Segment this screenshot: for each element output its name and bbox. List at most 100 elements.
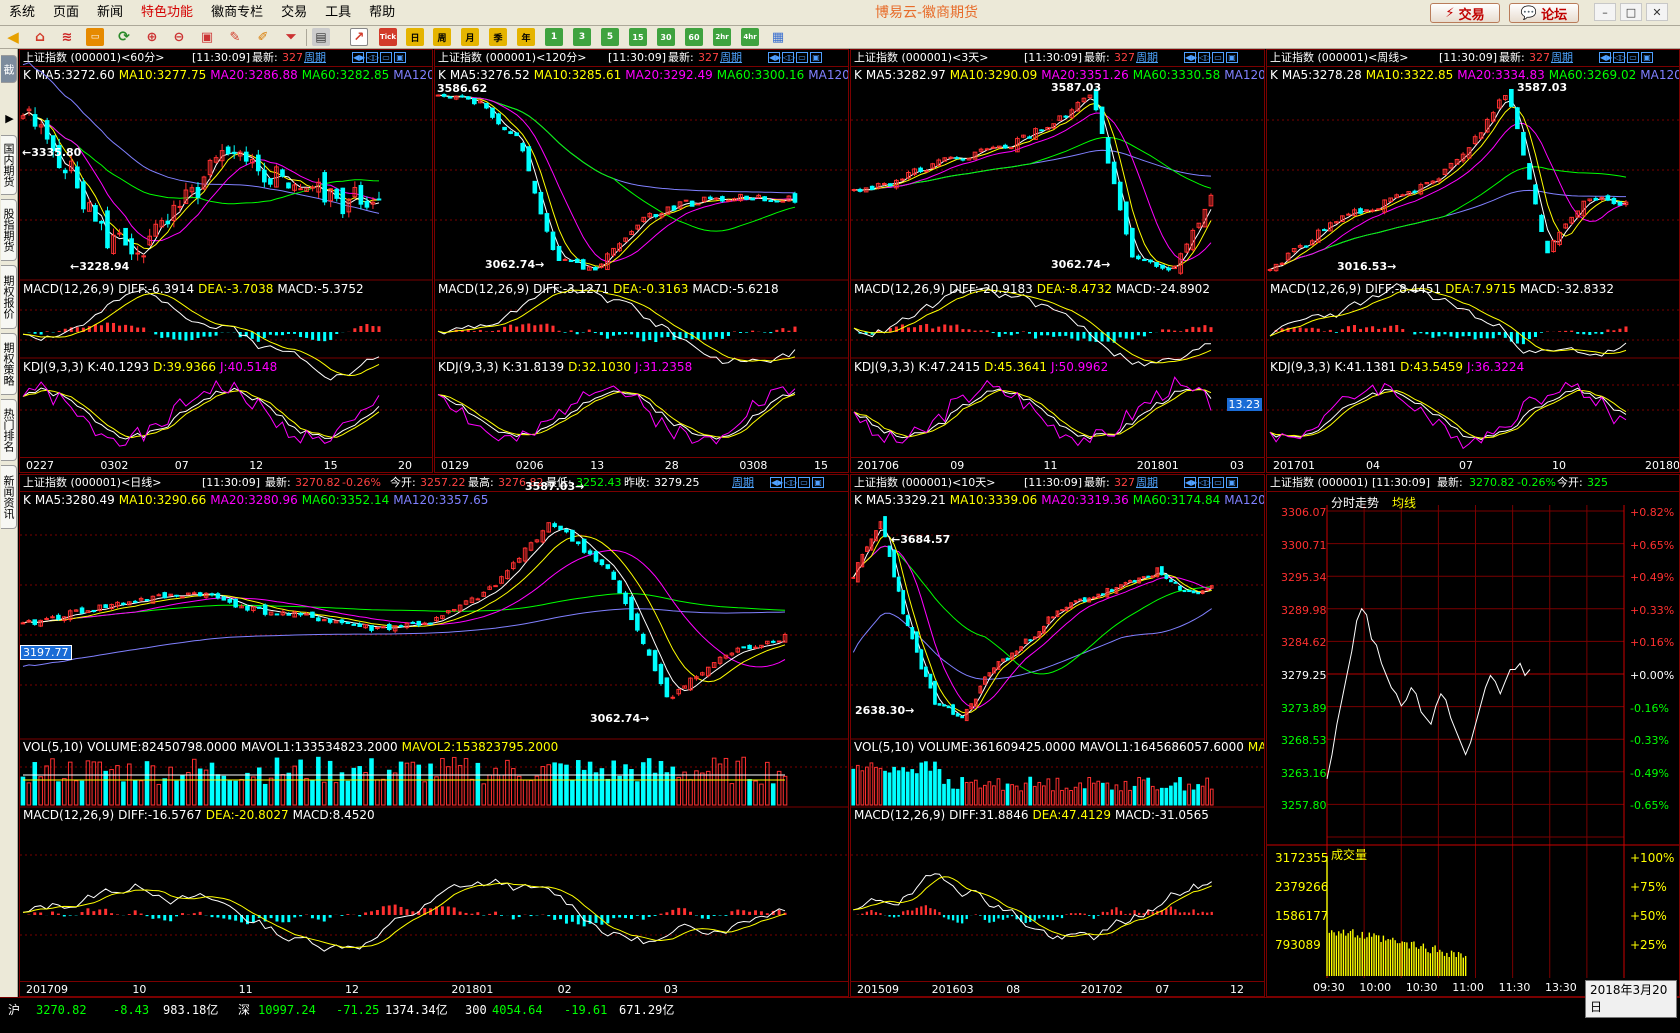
candle-body [581,538,587,553]
candle-body [435,94,441,97]
chart-panel-weekly[interactable]: 上证指数 (000001)<周线> [11:30:09] 最新: 327 周期 ◀▶ ◁▷ ▭… [1266,49,1680,473]
sidebar-tab-index-futures[interactable]: 股指期货 [1,199,17,261]
close-button[interactable]: ✕ [1646,3,1668,21]
zoom-out-icon[interactable]: ⊖ [170,28,188,46]
menu-help[interactable]: 帮助 [360,0,404,26]
zoom-in-icon[interactable]: ⊕ [143,28,161,46]
window-icon[interactable]: ▭ [86,28,104,46]
chart-panel-60min[interactable]: 上证指数 (000001)<60分> [11:30:09] 最新: 327 周期 ◀▶ ◁▷… [19,49,433,473]
sidebar-tab-options-quotes[interactable]: 期权报价 [1,265,17,329]
period-4hr-button[interactable]: 4hr [741,28,759,46]
volume-bar [481,783,487,806]
sidebar-tab-screenshot[interactable]: 截图 [1,55,17,83]
volume-bar [1200,785,1205,806]
volume-bar [286,772,292,806]
kline-chart-icon[interactable]: ↗ [350,28,368,46]
intraday-panel[interactable]: 上证指数 (000001) [11:30:09] 最新: 3270.82 -0.26% 今… [1266,474,1680,997]
left-price-tag: 3197.77 [20,645,72,660]
drawing-tools-icon[interactable]: ✐ [254,28,272,46]
candle-body [475,598,481,601]
period-5min-button[interactable]: 5 [601,28,619,46]
volume-bar [457,765,463,806]
indicator-row: KDJ(9,3,3) K:31.8139 D:32.1030 J:31.2358 [435,360,848,374]
layout-icon[interactable]: ▣ [198,28,216,46]
period-3min-button[interactable]: 3 [573,28,591,46]
volume-bar [1010,784,1014,806]
candle-body [1617,201,1623,206]
candle-body [322,172,327,203]
candle-body [162,592,168,599]
menu-trade[interactable]: 交易 [272,0,316,26]
period-15min-button[interactable]: 15 [629,28,647,46]
filter-icon[interactable]: ⏷ [282,28,300,46]
menu-column[interactable]: 徽商专栏 [202,0,272,26]
sz-value: 10997.24 [258,1003,316,1017]
chart-panel-10day[interactable]: 上证指数 (000001)<10天> [11:30:09] 最新: 327 周期 ◀▶ ◁▷… [850,474,1265,997]
sidebar-arrow-icon[interactable]: ▶ [1,109,17,125]
sidebar-tab-domestic-futures[interactable]: 国内期货 [1,135,17,195]
period-day-button[interactable]: 日 [406,28,424,46]
candle-body [398,625,404,628]
sidebar-tab-options-strategy[interactable]: 期权策略 [1,333,17,395]
chart-panel-daily[interactable]: 上证指数 (000001)<日线> [11:30:09] 最新: 3270.82 -0.… [19,474,849,997]
volume-bar [759,783,764,806]
period-week-button[interactable]: 周 [433,28,451,46]
x-tick-label: 20 [398,459,412,472]
kdj-d: D:39.9366 [153,360,216,374]
trade-button[interactable]: ⚡ 交易 [1430,3,1500,23]
forum-button[interactable]: 💬 论坛 [1509,3,1579,23]
period-2hr-button[interactable]: 2hr [713,28,731,46]
refresh-icon[interactable]: ⟳ [115,28,133,46]
candle-body [1051,616,1055,619]
candle-body [144,599,150,602]
minimize-button[interactable]: – [1594,3,1616,21]
sidebar-tab-hot-ranking[interactable]: 热门排名 [1,399,17,461]
draw-pen-icon[interactable]: ✎ [226,28,244,46]
candle-body [1100,593,1105,596]
grid-icon[interactable]: ▦ [769,28,787,46]
app-title: 博易云-徽商期货 [875,5,979,21]
candle-body [605,564,611,569]
volume-bar [62,778,67,806]
chart-panel-120min[interactable]: 上证指数 (000001)<120分> [11:30:09] 最新: 327 周期 ◀▶ ◁… [434,49,849,473]
period-30min-button[interactable]: 30 [657,28,675,46]
period-60min-button[interactable]: 60 [685,28,703,46]
menu-system[interactable]: 系统 [0,0,44,26]
volume-bar [398,761,404,806]
tick-button[interactable]: Tick [379,28,397,46]
maximize-button[interactable]: □ [1620,3,1642,21]
volume-bar [26,782,32,806]
volume-bar [215,774,221,806]
volume-bar [1001,789,1005,806]
candle-body [552,523,557,527]
menu-page[interactable]: 页面 [44,0,88,26]
volume-bar [1191,789,1196,806]
volume-bar [162,778,168,806]
period-year-button[interactable]: 年 [517,28,535,46]
back-arrow-icon[interactable]: ◀ [4,28,22,46]
volume-bar [576,760,581,806]
volume-bar [741,756,746,806]
macd-dea: DEA:-3.7038 [198,282,274,296]
menu-tools[interactable]: 工具 [316,0,360,26]
x-tick-label: 201701 [1273,459,1315,472]
table-icon[interactable]: ▤ [312,28,330,46]
volume-bar [1141,779,1146,806]
rss-icon[interactable]: ≋ [58,28,76,46]
sidebar-tab-news[interactable]: 新闻资讯 [1,465,17,529]
volume-bar [1055,777,1060,806]
chart-panel-3day[interactable]: 上证指数 (000001)<3天> [11:30:09] 最新: 327 周期 ◀▶ ◁▷ ▭… [850,49,1265,473]
volume-bar [132,779,138,806]
menu-news[interactable]: 新闻 [88,0,132,26]
candle-body [629,596,634,621]
period-month-button[interactable]: 月 [461,28,479,46]
home-icon[interactable]: ⌂ [31,28,49,46]
volume-bar [552,762,557,806]
menu-special[interactable]: 特色功能 [132,0,202,26]
period-quarter-button[interactable]: 季 [489,28,507,46]
macd-diff: DIFF:-16.5767 [118,808,202,822]
period-1min-button[interactable]: 1 [545,28,563,46]
candle-body [50,616,55,619]
macd-label: MACD(12,26,9) [854,282,946,296]
candle-body [1154,262,1159,267]
